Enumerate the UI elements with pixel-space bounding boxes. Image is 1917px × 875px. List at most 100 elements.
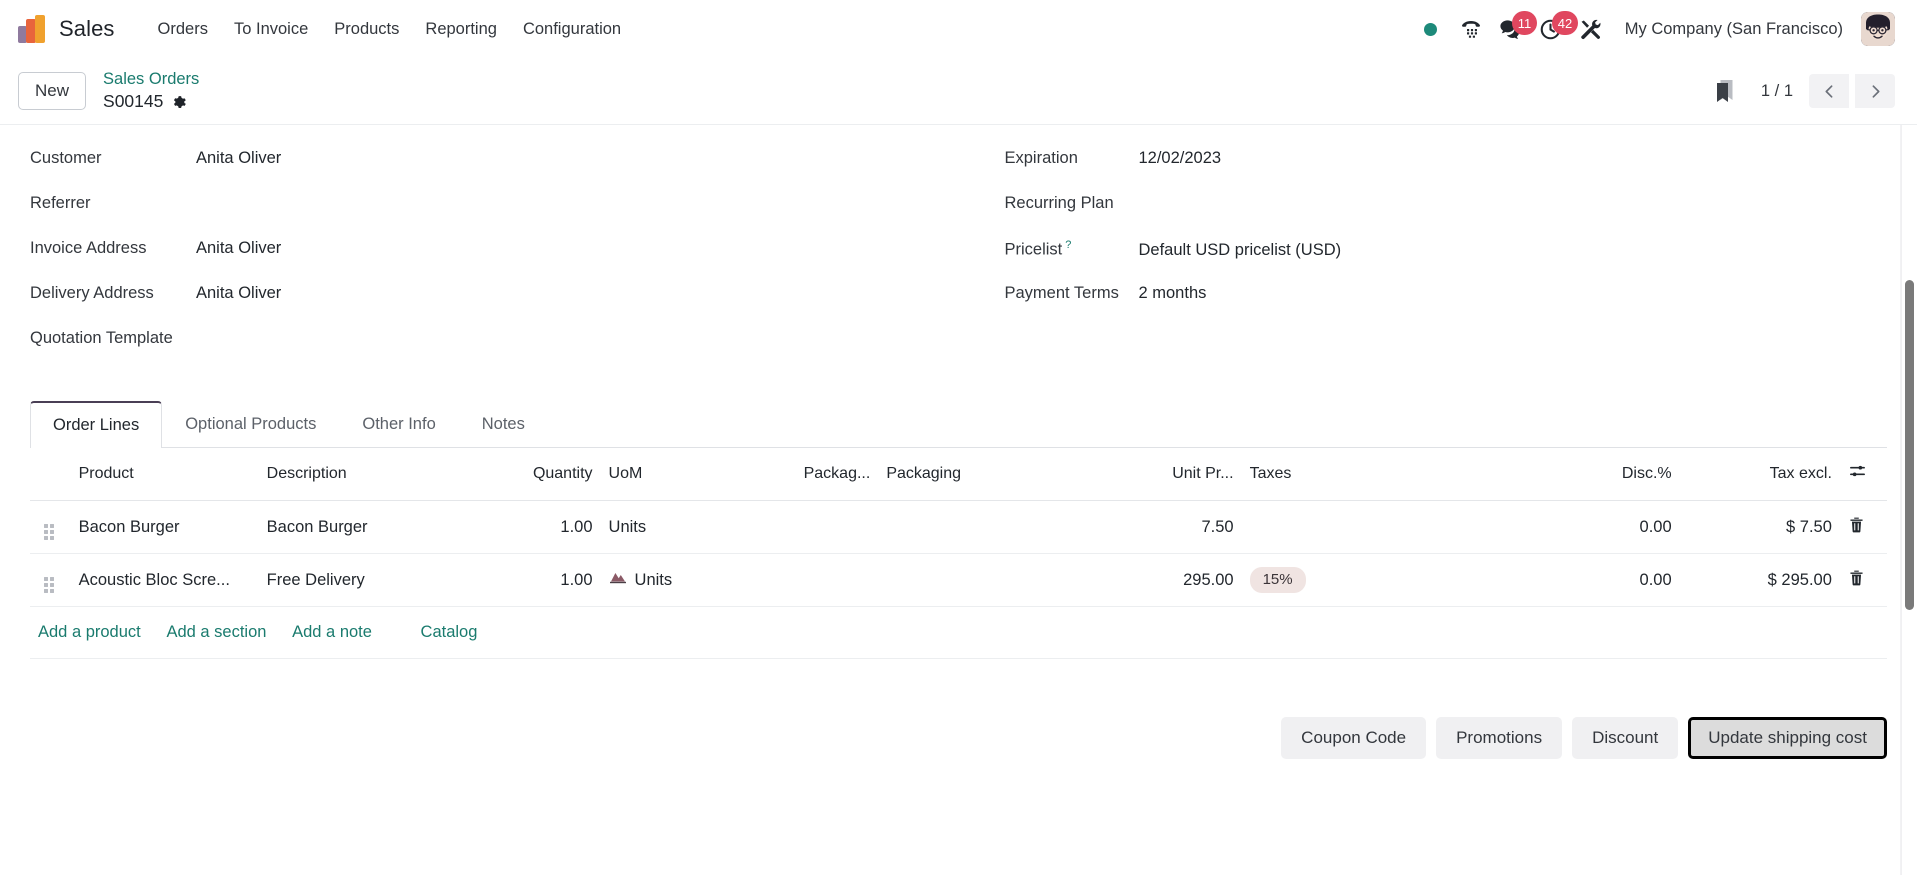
row-drag-handle-cell[interactable]: [30, 500, 71, 554]
record-name: S00145: [103, 90, 164, 111]
update-shipping-cost-button[interactable]: Update shipping cost: [1688, 717, 1887, 759]
discount-button[interactable]: Discount: [1572, 717, 1679, 759]
vertical-scrollbar[interactable]: [1901, 125, 1917, 875]
field-pricelist[interactable]: Pricelist? Default USD pricelist (USD): [1005, 239, 1858, 284]
nav-item-to-invoice[interactable]: To Invoice: [221, 14, 321, 45]
cell-product[interactable]: Bacon Burger: [70, 500, 259, 554]
cell-product[interactable]: Acoustic Bloc Scre...: [70, 553, 259, 607]
trash-icon[interactable]: [1848, 516, 1865, 539]
field-label: Pricelist?: [1005, 239, 1139, 260]
field-value[interactable]: Anita Oliver: [196, 239, 281, 258]
cell-discount[interactable]: 0.00: [1508, 500, 1680, 554]
cell-delete[interactable]: [1839, 500, 1887, 554]
field-payment-terms[interactable]: Payment Terms 2 months: [1005, 284, 1858, 329]
cell-uom[interactable]: Units: [600, 500, 729, 554]
nav-item-reporting[interactable]: Reporting: [412, 14, 510, 45]
presence-indicator[interactable]: [1411, 9, 1451, 49]
col-header-uom[interactable]: UoM: [600, 448, 729, 501]
field-expiration[interactable]: Expiration 12/02/2023: [1005, 149, 1858, 194]
field-value[interactable]: Default USD pricelist (USD): [1139, 241, 1342, 260]
field-value[interactable]: 2 months: [1139, 284, 1207, 303]
col-header-tax-excl[interactable]: Tax excl.: [1679, 448, 1840, 501]
table-row[interactable]: Acoustic Bloc Scre... Free Delivery 1.00: [30, 553, 1887, 607]
col-header-taxes[interactable]: Taxes: [1241, 448, 1509, 501]
cell-quantity[interactable]: 1.00: [472, 500, 601, 554]
add-a-note-link[interactable]: Add a note: [292, 623, 372, 641]
add-line-row: Add a product Add a section Add a note C…: [30, 606, 1887, 659]
sliders-settings-icon[interactable]: [1848, 465, 1867, 485]
cell-packaging-qty[interactable]: [728, 500, 879, 554]
new-button[interactable]: New: [18, 72, 87, 110]
cell-description[interactable]: Bacon Burger: [258, 500, 473, 554]
company-switcher[interactable]: My Company (San Francisco): [1611, 14, 1853, 45]
drag-handle-icon[interactable]: [38, 577, 54, 593]
field-delivery-address[interactable]: Delivery Address Anita Oliver: [30, 284, 929, 329]
col-header-product[interactable]: Product: [70, 448, 259, 501]
sales-bars-logo[interactable]: [18, 15, 46, 43]
add-a-section-link[interactable]: Add a section: [166, 623, 266, 641]
col-header-quantity[interactable]: Quantity: [472, 448, 601, 501]
cell-unit-price[interactable]: 7.50: [1102, 500, 1242, 554]
gear-icon[interactable]: [172, 94, 187, 109]
catalog-link[interactable]: Catalog: [421, 623, 478, 641]
tools-icon[interactable]: [1571, 9, 1611, 49]
activities-menu[interactable]: 42: [1531, 9, 1579, 49]
cell-delete[interactable]: [1839, 553, 1887, 607]
chart-mountain-icon: [609, 570, 627, 590]
messages-menu[interactable]: 11: [1491, 9, 1538, 49]
field-value[interactable]: 12/02/2023: [1139, 149, 1222, 168]
col-header-unit-price[interactable]: Unit Pr...: [1102, 448, 1242, 501]
help-tooltip-icon[interactable]: ?: [1065, 239, 1071, 251]
tab-other-info[interactable]: Other Info: [339, 401, 458, 448]
row-drag-handle-cell[interactable]: [30, 553, 71, 607]
col-header-description[interactable]: Description: [258, 448, 473, 501]
phone-dialpad-icon[interactable]: [1451, 9, 1491, 49]
green-status-dot: [1424, 22, 1438, 36]
cell-packaging[interactable]: [878, 500, 1103, 554]
add-line-cell: Add a product Add a section Add a note C…: [30, 606, 1887, 659]
cell-packaging[interactable]: [878, 553, 1103, 607]
cell-description[interactable]: Free Delivery: [258, 553, 473, 607]
pager-area: 1 / 1: [1707, 72, 1895, 110]
bookmark-icon[interactable]: [1707, 72, 1745, 110]
col-header-optional-toggle[interactable]: [1839, 448, 1887, 501]
col-header-packaging-qty[interactable]: Packag...: [728, 448, 879, 501]
app-name[interactable]: Sales: [59, 16, 115, 42]
nav-item-products[interactable]: Products: [321, 14, 412, 45]
field-value[interactable]: Anita Oliver: [196, 284, 281, 303]
scrollbar-thumb[interactable]: [1905, 280, 1914, 610]
field-quotation-template[interactable]: Quotation Template: [30, 329, 929, 374]
breadcrumb-sales-orders[interactable]: Sales Orders: [103, 70, 199, 89]
cell-packaging-qty[interactable]: [728, 553, 879, 607]
field-invoice-address[interactable]: Invoice Address Anita Oliver: [30, 239, 929, 284]
pager-previous-button[interactable]: [1809, 74, 1849, 108]
col-header-discount[interactable]: Disc.%: [1508, 448, 1680, 501]
tab-notes[interactable]: Notes: [459, 401, 548, 448]
table-row[interactable]: Bacon Burger Bacon Burger 1.00 Units 7.5…: [30, 500, 1887, 554]
field-label: Referrer: [30, 194, 91, 212]
col-header-packaging[interactable]: Packaging: [878, 448, 1103, 501]
cell-taxes[interactable]: 15%: [1241, 553, 1509, 607]
add-a-product-link[interactable]: Add a product: [38, 623, 141, 641]
cell-uom[interactable]: Units: [600, 553, 729, 607]
cell-taxes[interactable]: [1241, 500, 1509, 554]
promotions-button[interactable]: Promotions: [1436, 717, 1563, 759]
field-referrer[interactable]: Referrer: [30, 194, 929, 239]
field-value[interactable]: Anita Oliver: [196, 149, 281, 168]
drag-handle-icon[interactable]: [38, 524, 54, 540]
field-recurring-plan[interactable]: Recurring Plan: [1005, 194, 1858, 239]
user-avatar[interactable]: [1861, 12, 1895, 46]
tab-order-lines[interactable]: Order Lines: [30, 401, 163, 448]
cell-unit-price[interactable]: 295.00: [1102, 553, 1242, 607]
field-customer[interactable]: Customer Anita Oliver: [30, 149, 929, 194]
trash-icon[interactable]: [1848, 569, 1865, 592]
nav-item-orders[interactable]: Orders: [145, 14, 221, 45]
cell-discount[interactable]: 0.00: [1508, 553, 1680, 607]
tax-tag[interactable]: 15%: [1249, 567, 1306, 593]
pager-value[interactable]: 1 / 1: [1749, 82, 1805, 101]
cell-quantity[interactable]: 1.00: [472, 553, 601, 607]
tab-optional-products[interactable]: Optional Products: [162, 401, 339, 448]
nav-item-configuration[interactable]: Configuration: [510, 14, 634, 45]
pager-next-button[interactable]: [1855, 74, 1895, 108]
coupon-code-button[interactable]: Coupon Code: [1281, 717, 1427, 759]
